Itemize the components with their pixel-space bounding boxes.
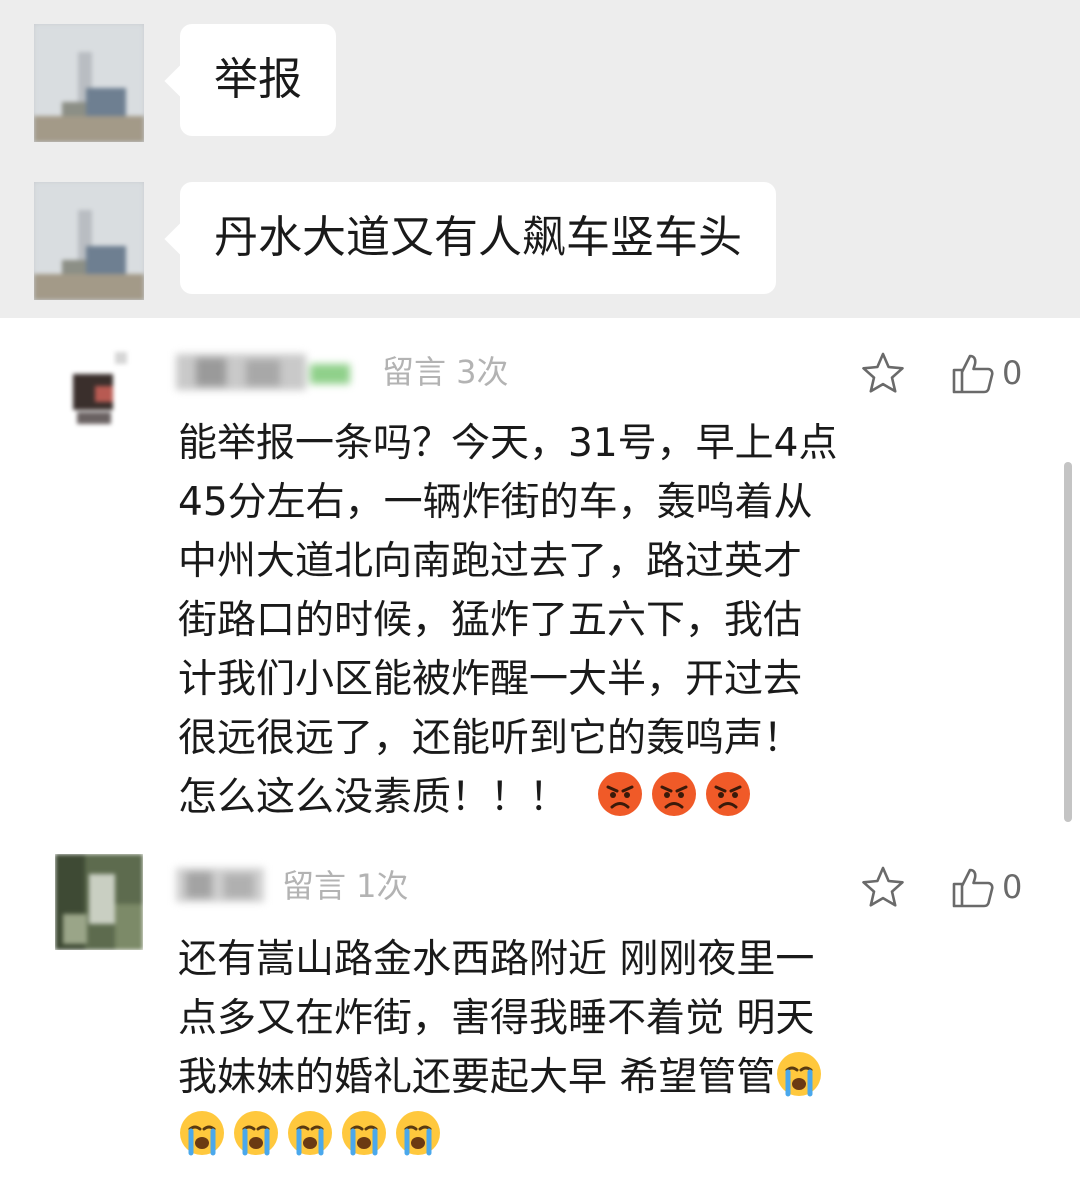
- comment-line: 能举报一条吗？今天，31号，早上4点: [178, 421, 838, 466]
- thumbs-up-icon[interactable]: [950, 350, 996, 396]
- scrollbar[interactable]: [1064, 462, 1072, 822]
- commenter-name: [176, 348, 356, 396]
- avatar[interactable]: [34, 182, 144, 300]
- comment-line: 街路口的时候，猛炸了五六下，我估: [178, 598, 803, 643]
- message-bubble[interactable]: 举报: [180, 24, 336, 136]
- chat-section: 举报 丹水大道又有人飙车竖车头: [0, 0, 1080, 318]
- message-text: 举报: [214, 54, 302, 105]
- crying-face-icon: [777, 1052, 822, 1097]
- comment-line: 怎么这么没素质！！！: [178, 775, 569, 820]
- comment-line: 计我们小区能被炸醒一大半，开过去: [178, 657, 803, 702]
- comment-line: 很远很远了，还能听到它的轰鸣声！: [178, 716, 803, 761]
- crying-face-icon: [234, 1111, 278, 1156]
- comment-line: 点多又在炸街，害得我睡不着觉 明天: [178, 996, 815, 1041]
- angry-face-icon: [598, 772, 643, 816]
- commenter-name: [176, 860, 266, 908]
- comment-line: 我妹妹的婚礼还要起大早 希望管管: [178, 1055, 776, 1100]
- crying-face-icon: [342, 1111, 386, 1156]
- angry-face-icon: [706, 772, 751, 816]
- comment-count-label: 留言 1次: [282, 867, 409, 905]
- comment-last-line: 我妹妹的婚礼还要起大早 希望管管: [178, 1048, 918, 1107]
- chat-message: 丹水大道又有人飙车竖车头: [0, 176, 1080, 316]
- star-icon[interactable]: [860, 350, 906, 396]
- angry-face-icon: [652, 772, 697, 816]
- thumbs-up-icon[interactable]: [950, 864, 996, 910]
- message-bubble[interactable]: 丹水大道又有人飙车竖车头: [180, 182, 776, 294]
- comment-line: 还有嵩山路金水西路附近 刚刚夜里一: [178, 937, 815, 982]
- avatar[interactable]: [34, 24, 144, 142]
- comment-last-line: 怎么这么没素质！！！: [178, 768, 918, 827]
- like-count: 0: [1002, 354, 1023, 392]
- comment-line: 中州大道北向南跑过去了，路过英才: [178, 539, 803, 584]
- emoji-row: [178, 1107, 918, 1166]
- message-text: 丹水大道又有人飙车竖车头: [214, 212, 742, 263]
- chat-message: 举报: [0, 18, 1080, 158]
- crying-face-icon: [288, 1111, 332, 1156]
- star-icon[interactable]: [860, 864, 906, 910]
- comment-count-label: 留言 3次: [382, 353, 509, 391]
- comment-line: 45分左右，一辆炸街的车，轰鸣着从: [178, 480, 813, 525]
- avatar[interactable]: [55, 854, 143, 950]
- comment-text: 还有嵩山路金水西路附近 刚刚夜里一 点多又在炸街，害得我睡不着觉 明天 我妹妹的…: [178, 930, 918, 1166]
- crying-face-icon: [180, 1111, 224, 1156]
- crying-face-icon: [396, 1111, 440, 1156]
- comment-text: 能举报一条吗？今天，31号，早上4点 45分左右，一辆炸街的车，轰鸣着从 中州大…: [178, 414, 918, 827]
- like-count: 0: [1002, 868, 1023, 906]
- avatar[interactable]: [55, 346, 143, 442]
